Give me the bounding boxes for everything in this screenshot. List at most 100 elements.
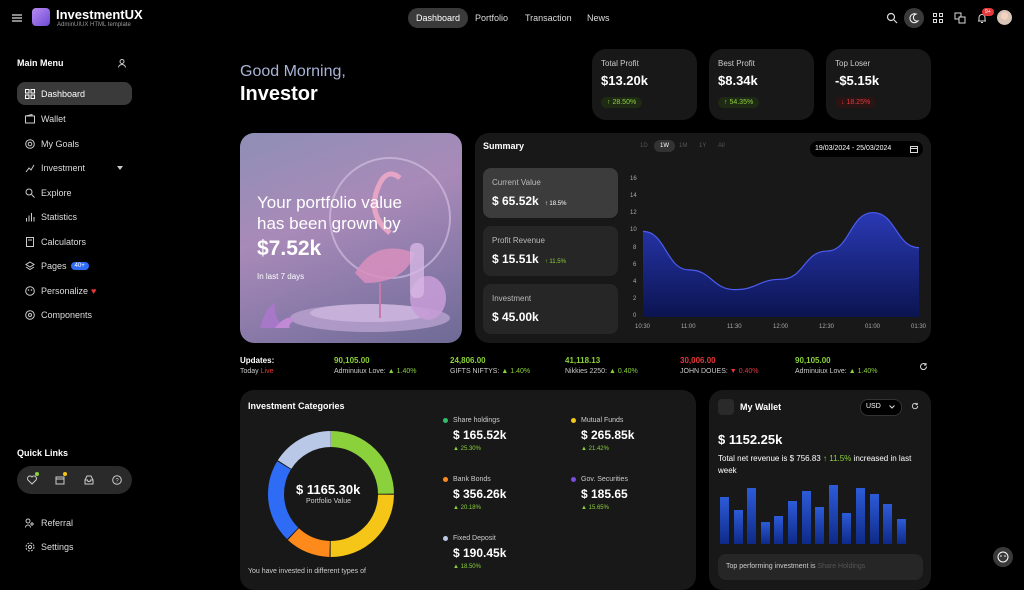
ticker-value: 90,105.00 xyxy=(334,356,370,365)
summary-box-current-value[interactable]: Current Value $ 65.52k ↑ 18.5% xyxy=(483,168,618,218)
refresh-icon[interactable] xyxy=(919,362,928,371)
status-dot xyxy=(35,472,39,476)
theme-palette-button[interactable] xyxy=(993,547,1013,567)
sidebar-item-label: Personalize xyxy=(41,285,89,296)
wallet-bar xyxy=(856,488,865,544)
search-icon[interactable] xyxy=(886,12,898,24)
area-series-fill xyxy=(643,212,919,317)
category-percent: ▲ 21.42% xyxy=(581,446,609,452)
sidebar-item-my-goals[interactable]: My Goals xyxy=(17,132,132,155)
apps-grid-icon[interactable] xyxy=(932,12,944,24)
summary-box-profit-revenue[interactable]: Profit Revenue $ 15.51k ↑ 11.5% xyxy=(483,226,618,276)
ticker-item[interactable]: 24,806.00 GIFTS NIFTYS: ▲ 1.40% xyxy=(450,356,530,375)
ticker-value: 90,105.00 xyxy=(795,356,831,365)
ticker-item[interactable]: 90,105.00 Adminuiux Love: ▲ 1.40% xyxy=(795,356,877,375)
menu-icon[interactable] xyxy=(12,13,22,23)
category-percent: ▲ 25.30% xyxy=(453,446,481,452)
category-mutual-funds[interactable]: Mutual Funds $ 265.85k ▲ 21.42% xyxy=(571,417,634,452)
category-name: Share holdings xyxy=(453,417,500,424)
category-share-holdings[interactable]: Share holdings $ 165.52k ▲ 25.30% xyxy=(443,417,506,452)
stat-title: Best Profit xyxy=(718,59,755,68)
moon-icon xyxy=(909,13,920,24)
sidebar-item-wallet[interactable]: Wallet xyxy=(17,107,132,130)
x-tick-label: 11:30 xyxy=(727,324,742,330)
sidebar-item-settings[interactable]: Settings xyxy=(17,535,132,558)
wallet-title: My Wallet xyxy=(740,402,782,412)
referral-icon xyxy=(25,518,34,528)
inbox-icon[interactable] xyxy=(84,475,94,485)
tab-portfolio[interactable]: Portfolio xyxy=(467,8,516,28)
ticker-name: Adminuiux Love: ▲ 1.40% xyxy=(334,368,417,375)
brand-title: InvestmentUX xyxy=(56,7,143,22)
sidebar-item-explore[interactable]: Explore xyxy=(17,181,132,204)
tab-transaction[interactable]: Transaction xyxy=(517,8,580,28)
category-gov-securities[interactable]: Gov. Securities $ 185.65 ▲ 15.65% xyxy=(571,476,628,511)
date-range-picker[interactable]: 19/03/2024 - 25/03/2024 xyxy=(810,141,923,157)
user-icon[interactable] xyxy=(118,59,126,68)
y-tick-label: 10 xyxy=(630,227,637,234)
translate-icon[interactable] xyxy=(954,12,966,24)
portfolio-growth-card: Your portfolio value has been grown by $… xyxy=(240,133,462,343)
hero-line-1: Your portfolio value xyxy=(257,193,402,212)
quick-links-bar: ? xyxy=(17,466,132,494)
category-name: Bank Bonds xyxy=(453,476,491,483)
tab-news[interactable]: News xyxy=(579,8,618,28)
y-tick-label: 0 xyxy=(633,313,637,319)
category-name: Gov. Securities xyxy=(581,476,628,483)
range-1d[interactable]: 1D xyxy=(640,143,648,149)
range-1w[interactable]: 1W xyxy=(654,140,675,152)
y-tick-label: 4 xyxy=(633,278,637,285)
sidebar-item-components[interactable]: Components xyxy=(17,303,132,326)
tab-dashboard[interactable]: Dashboard xyxy=(408,8,469,28)
category-name: Mutual Funds xyxy=(581,417,624,424)
donut-center-label: Portfolio Value xyxy=(306,498,352,505)
hero-line-2: has been grown by xyxy=(257,214,401,233)
top-performing-banner: Top performing investment is Share Holdi… xyxy=(718,554,923,580)
summary-box-investment[interactable]: Investment $ 45.00k xyxy=(483,284,618,334)
sidebar-item-referral[interactable]: Referral xyxy=(17,511,132,534)
sidebar-item-personalize[interactable]: Personalize ♥ xyxy=(17,279,132,302)
range-1y[interactable]: 1Y xyxy=(699,143,706,149)
sidebar-item-investment[interactable]: Investment xyxy=(17,156,132,179)
sidebar-item-calculators[interactable]: Calculators xyxy=(17,230,132,253)
pages-count-badge: 40+ xyxy=(70,261,89,270)
summary-area-chart xyxy=(643,211,919,317)
ticker-item[interactable]: 30,006.00 JOHN DOUES: ▼ 0.40% xyxy=(680,356,759,375)
ticker-value: 41,118.13 xyxy=(565,356,601,365)
refresh-icon[interactable] xyxy=(911,402,919,410)
range-all[interactable]: All xyxy=(718,143,725,149)
sidebar-item-dashboard[interactable]: Dashboard xyxy=(17,82,132,105)
sidebar-item-statistics[interactable]: Statistics xyxy=(17,205,132,228)
category-bank-bonds[interactable]: Bank Bonds $ 356.26k ▲ 20.18% xyxy=(443,476,506,511)
wallet-bar xyxy=(801,491,811,544)
summary-box-label: Investment xyxy=(492,294,532,303)
summary-box-value: $ 45.00k xyxy=(492,310,539,324)
updates-today: Today Live xyxy=(240,368,274,375)
heart-outline-icon[interactable] xyxy=(27,475,37,485)
ticker-item[interactable]: 90,105.00 Adminuiux Love: ▲ 1.40% xyxy=(334,356,416,375)
ticker-item[interactable]: 41,118.13 Nikkies 2250: ▲ 0.40% xyxy=(565,356,638,375)
hero-subtitle: In last 7 days xyxy=(257,272,305,281)
range-1m[interactable]: 1M xyxy=(679,143,687,149)
stat-value: $13.20k xyxy=(601,73,648,88)
calendar-icon[interactable] xyxy=(55,475,65,485)
sidebar-item-label: Wallet xyxy=(41,113,66,124)
sidebar-item-pages[interactable]: Pages 40+ xyxy=(17,254,132,277)
hero-amount: $7.52k xyxy=(257,237,322,260)
x-tick-label: 01:30 xyxy=(911,324,927,330)
sidebar-item-label: My Goals xyxy=(41,138,80,149)
category-fixed-deposit[interactable]: Fixed Deposit $ 190.45k ▲ 18.50% xyxy=(443,535,506,570)
wallet-bar xyxy=(774,516,784,544)
currency-select[interactable]: USD xyxy=(860,399,902,416)
ticker-name: Nikkies 2250: ▲ 0.40% xyxy=(565,368,638,375)
sidebar-item-label: Calculators xyxy=(41,236,87,247)
dark-mode-toggle[interactable] xyxy=(904,8,924,28)
sidebar-item-label: Settings xyxy=(41,541,74,552)
user-avatar[interactable] xyxy=(997,10,1012,25)
brand-logo[interactable] xyxy=(32,8,50,26)
x-tick-label: 10:30 xyxy=(635,324,651,330)
palette-icon xyxy=(997,551,1009,563)
wallet-bar xyxy=(720,497,729,544)
ticker-name: Adminuiux Love: ▲ 1.40% xyxy=(795,368,878,375)
help-icon[interactable]: ? xyxy=(112,475,122,485)
